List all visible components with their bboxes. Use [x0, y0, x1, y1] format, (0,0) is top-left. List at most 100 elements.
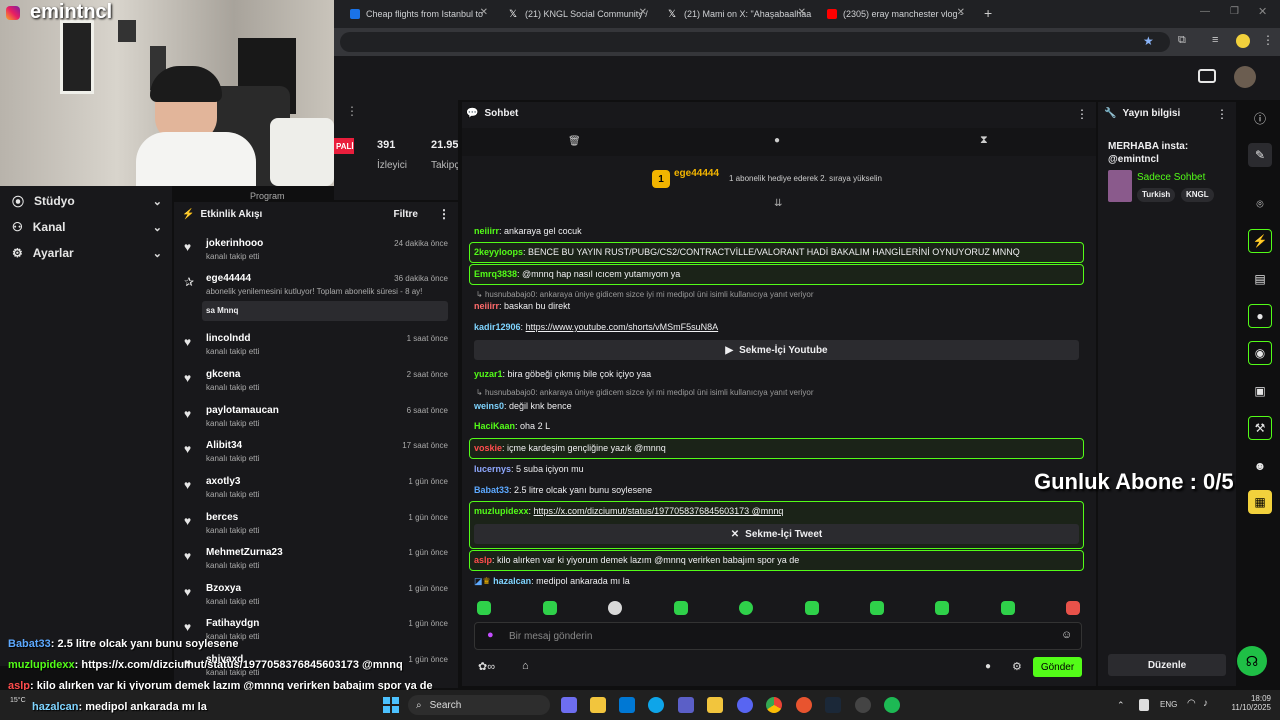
weather-temp[interactable]: 15°C	[10, 697, 26, 704]
emote-icon[interactable]	[935, 601, 949, 615]
panel-menu-icon[interactable]: ⋮	[346, 104, 358, 118]
bookmark-star-icon[interactable]: ★	[1143, 34, 1154, 48]
emote-icon[interactable]	[1001, 601, 1015, 615]
wifi-icon[interactable]: ◠	[1187, 698, 1196, 709]
obs-icon[interactable]	[796, 697, 812, 713]
browser-tab[interactable]: Cheap flights from Istanbul to ✕	[344, 4, 494, 24]
trash-icon[interactable]: 🗑	[568, 136, 581, 147]
edge-icon[interactable]	[648, 697, 664, 713]
emote-icon[interactable]	[1066, 601, 1080, 615]
chat-input-box[interactable]: ● Bir mesaj gönderin ☺	[474, 622, 1082, 650]
sidebar-item-channel[interactable]: ⚇ Kanal ⌄	[12, 218, 162, 236]
close-tab-icon[interactable]: ✕	[480, 7, 488, 18]
document-icon[interactable]: ▤	[1248, 267, 1272, 291]
feed-event: ♥ Alibit34 kanalı takip etti 17 saat önce	[184, 440, 448, 463]
spotify-icon[interactable]	[884, 697, 900, 713]
support-headset-icon[interactable]: ☊	[1237, 646, 1267, 676]
tray-chevron-icon[interactable]: ⌃	[1117, 700, 1125, 711]
usb-icon[interactable]	[1139, 699, 1149, 711]
chat-input[interactable]: Bir mesaj gönderin	[509, 631, 592, 642]
discord-icon[interactable]	[737, 697, 753, 713]
windows-start-icon[interactable]	[383, 697, 399, 713]
calendar-icon[interactable]: ▦	[1248, 490, 1272, 514]
minimize-icon[interactable]: —	[1200, 6, 1210, 17]
emote-icon[interactable]: ☻	[1248, 454, 1272, 478]
emote-icon[interactable]	[608, 601, 622, 615]
x-logo-icon: 𝕏	[509, 9, 518, 20]
microphone-icon[interactable]: ●	[487, 629, 494, 641]
overlay-chat-message: muzlupidexx: https://x.com/dizciumut/sta…	[8, 659, 403, 671]
lightning-icon[interactable]: ⚡	[1248, 229, 1272, 253]
profile-avatar[interactable]	[1236, 34, 1250, 48]
emoji-picker-icon[interactable]: ☺	[1061, 629, 1072, 641]
volume-icon[interactable]: ♪	[1203, 698, 1208, 709]
broadcast-icon[interactable]: ◉	[1248, 341, 1272, 365]
address-bar[interactable]	[340, 32, 1170, 52]
folder-icon[interactable]	[707, 697, 723, 713]
close-tab-icon[interactable]: ✕	[798, 7, 806, 18]
info-icon[interactable]: ⓘ	[1248, 106, 1272, 130]
media-controls-icon[interactable]: ≡	[1212, 34, 1218, 46]
category-thumbnail[interactable]	[1108, 170, 1132, 202]
close-tab-icon[interactable]: ✕	[957, 7, 965, 18]
restore-icon[interactable]: ❐	[1230, 6, 1239, 17]
tag-chip[interactable]: KNGL	[1181, 188, 1214, 202]
chrome-menu-icon[interactable]: ⋮	[1262, 33, 1274, 47]
teams-icon[interactable]	[678, 697, 694, 713]
edit-button[interactable]: Düzenle	[1108, 654, 1226, 676]
outlook-icon[interactable]	[619, 697, 635, 713]
gear-icon[interactable]: ⚙	[1012, 660, 1022, 673]
info-menu-icon[interactable]: ⋮	[1216, 107, 1228, 121]
chat-bubble-icon[interactable]: ●	[985, 661, 991, 672]
youtube-link[interactable]: https://www.youtube.com/shorts/vMSmF5suN…	[526, 322, 719, 332]
browser-tab[interactable]: 𝕏 (21) KNGL Social Community / ✕	[503, 4, 653, 24]
taskbar-search[interactable]: ⌕ Search	[408, 695, 550, 715]
wall-poster	[60, 20, 94, 94]
steam-icon[interactable]	[825, 697, 841, 713]
language-indicator[interactable]: ENG	[1160, 700, 1177, 709]
clock[interactable]: 18:09 11/10/2025	[1221, 694, 1271, 712]
chrome-icon[interactable]	[766, 697, 782, 713]
feed-event: ♥ berces kanalı takip etti 1 gün önce	[184, 512, 448, 535]
file-explorer-icon[interactable]	[590, 697, 606, 713]
emote-icon[interactable]	[477, 601, 491, 615]
copilot-icon[interactable]	[561, 697, 577, 713]
kick-logo-icon[interactable]	[1198, 69, 1216, 83]
filter-button[interactable]: Filtre	[394, 209, 418, 220]
tweet-link[interactable]: https://x.com/dizciumut/status/197705837…	[534, 506, 784, 516]
chat-bubble-icon[interactable]: ●	[1248, 304, 1272, 328]
camera-icon[interactable]: ⌾	[1248, 192, 1272, 216]
browser-tab[interactable]: 𝕏 (21) Mami on X: "Ahaşabaalhaa ✕	[662, 4, 812, 24]
new-tab-button[interactable]: +	[984, 5, 992, 21]
sidebar-item-settings[interactable]: ⚙ Ayarlar ⌄	[12, 244, 162, 262]
user-avatar[interactable]	[1234, 66, 1256, 88]
emote-icon[interactable]	[870, 601, 884, 615]
hourglass-icon[interactable]: ⧗	[980, 134, 988, 147]
close-tab-icon[interactable]: ✕	[639, 7, 647, 18]
tag-chip[interactable]: Turkish	[1137, 188, 1176, 202]
emote-tools-icon[interactable]: ✿∞	[478, 660, 495, 673]
store-icon[interactable]: ⌂	[522, 660, 529, 672]
heart-icon: ♥	[184, 620, 192, 634]
extensions-icon[interactable]: ⧉	[1178, 34, 1186, 47]
settings-app-icon[interactable]	[855, 697, 871, 713]
emote-icon[interactable]	[739, 601, 753, 615]
video-stack-icon[interactable]: ▣	[1248, 379, 1272, 403]
close-window-icon[interactable]: ✕	[1258, 5, 1267, 18]
category-link[interactable]: Sadece Sohbet	[1137, 172, 1205, 183]
browser-tab[interactable]: (2305) eray manchester vlog - ✕	[821, 4, 971, 24]
send-button[interactable]: Gönder	[1033, 657, 1082, 677]
pinned-toggle-icon[interactable]: ⇊	[774, 198, 782, 209]
chat-bubble-icon[interactable]: ●	[774, 135, 780, 146]
sidebar-item-studio[interactable]: ⦿ Stüdyo ⌄	[12, 192, 162, 210]
gift-username[interactable]: ege44444	[674, 168, 719, 179]
chat-menu-icon[interactable]: ⋮	[1076, 107, 1088, 121]
tweet-embed-button[interactable]: ✕ Sekme-İçi Tweet	[474, 524, 1079, 544]
wrench-icon[interactable]: ⚒	[1248, 416, 1272, 440]
youtube-embed-button[interactable]: ▶ Sekme-İçi Youtube	[474, 340, 1079, 360]
emote-icon[interactable]	[543, 601, 557, 615]
emote-icon[interactable]	[674, 601, 688, 615]
feed-menu-icon[interactable]: ⋮	[438, 207, 450, 221]
edit-pencil-icon[interactable]: ✎	[1248, 143, 1272, 167]
emote-icon[interactable]	[805, 601, 819, 615]
